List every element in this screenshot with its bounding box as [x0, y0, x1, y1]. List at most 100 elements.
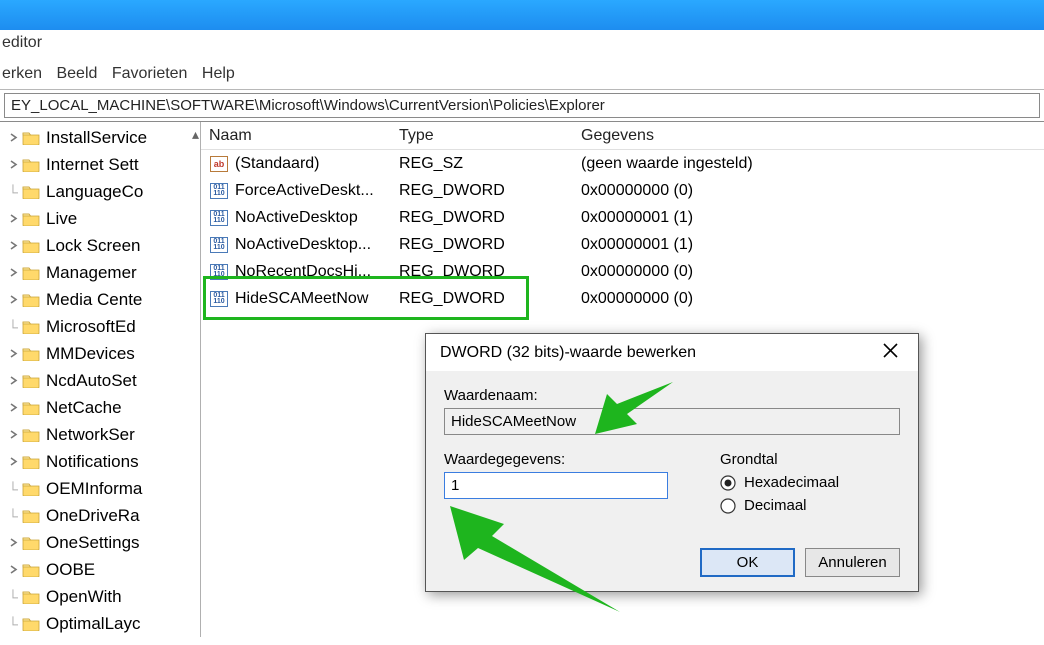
tree-item-label: OptimalLayc — [46, 614, 140, 634]
folder-icon — [22, 400, 40, 415]
tree-item-label: MicrosoftEd — [46, 317, 136, 337]
chevron-right-icon[interactable] — [6, 241, 20, 250]
value-data: (geen waarde ingesteld) — [581, 155, 1044, 173]
menu-item[interactable]: erken — [2, 65, 42, 82]
value-data: 0x00000001 (1) — [581, 236, 1044, 254]
value-type: REG_DWORD — [399, 236, 581, 254]
tree-item[interactable]: MMDevices — [0, 340, 200, 367]
tree-item[interactable]: OneSettings — [0, 529, 200, 556]
folder-icon — [22, 589, 40, 604]
list-row[interactable]: 011110NoActiveDesktopREG_DWORD0x00000001… — [201, 204, 1044, 231]
chevron-right-icon[interactable] — [6, 457, 20, 466]
list-row[interactable]: 011110ForceActiveDeskt...REG_DWORD0x0000… — [201, 177, 1044, 204]
folder-icon — [22, 481, 40, 496]
tree-item[interactable]: └OneDriveRa — [0, 502, 200, 529]
tree-branch-icon: └ — [6, 184, 20, 200]
menu-item[interactable]: Help — [202, 65, 235, 82]
tree-item[interactable]: Notifications — [0, 448, 200, 475]
tree-item[interactable]: Internet Sett — [0, 151, 200, 178]
chevron-right-icon[interactable] — [6, 565, 20, 574]
chevron-right-icon[interactable] — [6, 349, 20, 358]
addressbar-input[interactable]: EY_LOCAL_MACHINE\SOFTWARE\Microsoft\Wind… — [4, 93, 1040, 118]
column-header-data[interactable]: Gegevens — [581, 127, 1044, 145]
menubar: erken Beeld Favorieten Help — [0, 61, 1044, 89]
chevron-right-icon[interactable] — [6, 403, 20, 412]
tree-item[interactable]: Media Cente — [0, 286, 200, 313]
tree-item-label: MMDevices — [46, 344, 135, 364]
tree-item[interactable]: └OpenWith — [0, 583, 200, 610]
tree-pane[interactable]: InstallService▴Internet Sett └ LanguageCo L… — [0, 122, 201, 637]
value-name-label: Waardenaam: — [444, 387, 900, 404]
chevron-right-icon[interactable] — [6, 214, 20, 223]
tree-item-label: Managemer — [46, 263, 137, 283]
chevron-right-icon[interactable] — [6, 376, 20, 385]
close-icon[interactable] — [868, 342, 912, 363]
radio-hex-label: Hexadecimaal — [744, 474, 839, 491]
tree-branch-icon: └ — [6, 319, 20, 335]
radio-decimal[interactable]: Decimaal — [720, 497, 900, 514]
folder-icon — [22, 427, 40, 442]
folder-icon — [22, 373, 40, 388]
chevron-right-icon[interactable] — [6, 160, 20, 169]
addressbar-row: EY_LOCAL_MACHINE\SOFTWARE\Microsoft\Wind… — [0, 89, 1044, 122]
radio-selected-icon — [720, 475, 736, 491]
chevron-right-icon[interactable] — [6, 430, 20, 439]
list-row[interactable]: 011110NoRecentDocsHi...REG_DWORD0x000000… — [201, 258, 1044, 285]
tree-item[interactable]: Live — [0, 205, 200, 232]
tree-item[interactable]: └OptimalLayc — [0, 610, 200, 637]
folder-icon — [22, 130, 40, 145]
value-data: 0x00000000 (0) — [581, 263, 1044, 281]
tree-branch-icon: └ — [6, 508, 20, 524]
column-header-type[interactable]: Type — [399, 127, 581, 145]
folder-icon — [22, 238, 40, 253]
folder-icon — [22, 454, 40, 469]
dialog-title-text: DWORD (32 bits)-waarde bewerken — [440, 344, 696, 362]
list-row[interactable]: ab(Standaard)REG_SZ(geen waarde ingestel… — [201, 150, 1044, 177]
tree-item-label: InstallService — [46, 128, 147, 148]
chevron-right-icon[interactable] — [6, 295, 20, 304]
window-accent-bar — [0, 0, 1044, 30]
tree-item[interactable]: └OEMInforma — [0, 475, 200, 502]
tree-item[interactable]: InstallService▴ — [0, 124, 200, 151]
value-name: NoActiveDesktop... — [235, 236, 371, 254]
tree-item-label: Lock Screen — [46, 236, 141, 256]
chevron-right-icon[interactable] — [6, 133, 20, 142]
value-type: REG_DWORD — [399, 263, 581, 281]
value-data-label: Waardegegevens: — [444, 451, 690, 468]
folder-icon — [22, 562, 40, 577]
tree-item[interactable]: Managemer — [0, 259, 200, 286]
tree-item[interactable]: NetworkSer — [0, 421, 200, 448]
radio-unselected-icon — [720, 498, 736, 514]
tree-item[interactable]: OOBE — [0, 556, 200, 583]
tree-item-label: Live — [46, 209, 77, 229]
tree-item-label: Media Cente — [46, 290, 142, 310]
radio-hexadecimal[interactable]: Hexadecimaal — [720, 474, 900, 491]
chevron-right-icon[interactable] — [6, 538, 20, 547]
folder-icon — [22, 616, 40, 631]
value-name: HideSCAMeetNow — [235, 290, 368, 308]
tree-branch-icon: └ — [6, 589, 20, 605]
value-data: 0x00000000 (0) — [581, 290, 1044, 308]
column-header-name[interactable]: Naam — [201, 127, 399, 145]
tree-item[interactable]: NetCache — [0, 394, 200, 421]
chevron-right-icon[interactable] — [6, 268, 20, 277]
tree-item-label: LanguageCo — [46, 182, 143, 202]
menu-item[interactable]: Beeld — [56, 65, 97, 82]
list-row[interactable]: 011110NoActiveDesktop...REG_DWORD0x00000… — [201, 231, 1044, 258]
tree-item-label: Notifications — [46, 452, 139, 472]
tree-item-label: OneSettings — [46, 533, 140, 553]
ok-button[interactable]: OK — [700, 548, 795, 577]
reg-dword-icon: 011110 — [210, 210, 228, 226]
menu-item[interactable]: Favorieten — [112, 65, 188, 82]
tree-item[interactable]: NcdAutoSet — [0, 367, 200, 394]
radio-dec-label: Decimaal — [744, 497, 807, 514]
folder-icon — [22, 184, 40, 199]
cancel-button[interactable]: Annuleren — [805, 548, 900, 577]
list-row[interactable]: 011110HideSCAMeetNowREG_DWORD0x00000000 … — [201, 285, 1044, 312]
tree-item[interactable]: └ LanguageCo — [0, 178, 200, 205]
reg-dword-icon: 011110 — [210, 291, 228, 307]
value-data-input[interactable] — [444, 472, 668, 499]
tree-item[interactable]: Lock Screen — [0, 232, 200, 259]
value-name-input[interactable] — [444, 408, 900, 435]
tree-item[interactable]: └ MicrosoftEd — [0, 313, 200, 340]
